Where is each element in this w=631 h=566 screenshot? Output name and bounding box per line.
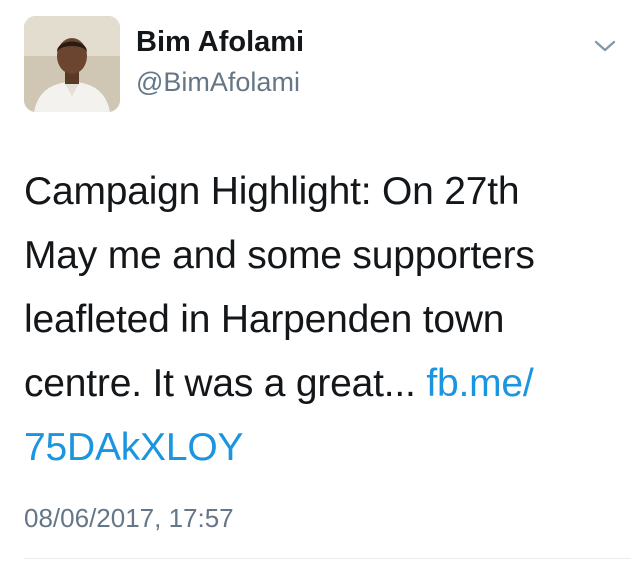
tweet-timestamp[interactable]: 08/06/2017, 17:57	[24, 503, 234, 534]
tweet-card: Bim Afolami @BimAfolami Campaign Highlig…	[0, 0, 631, 566]
tweet-text-fragment: centre. It was a great...	[24, 362, 427, 405]
tweet-link-continued[interactable]: 75DAkXLOY	[24, 426, 244, 469]
tweet-text-line: Campaign Highlight: On 27th	[24, 170, 520, 213]
chevron-down-icon[interactable]	[590, 34, 620, 58]
tweet-text-line: leafleted in Harpenden town	[24, 298, 505, 341]
tweet-text-line: 75DAkXLOY	[24, 416, 624, 480]
avatar[interactable]	[24, 16, 120, 112]
tweet-text-line: May me and some supporters	[24, 234, 535, 277]
tweet-text: Campaign Highlight: On 27th May me and s…	[24, 160, 624, 480]
divider	[24, 558, 631, 559]
author-name[interactable]: Bim Afolami	[136, 26, 304, 59]
tweet-link[interactable]: fb.me/	[426, 362, 533, 405]
tweet-text-line: centre. It was a great... fb.me/	[24, 352, 624, 416]
profile-photo-icon	[24, 16, 120, 112]
author-handle[interactable]: @BimAfolami	[136, 67, 300, 98]
